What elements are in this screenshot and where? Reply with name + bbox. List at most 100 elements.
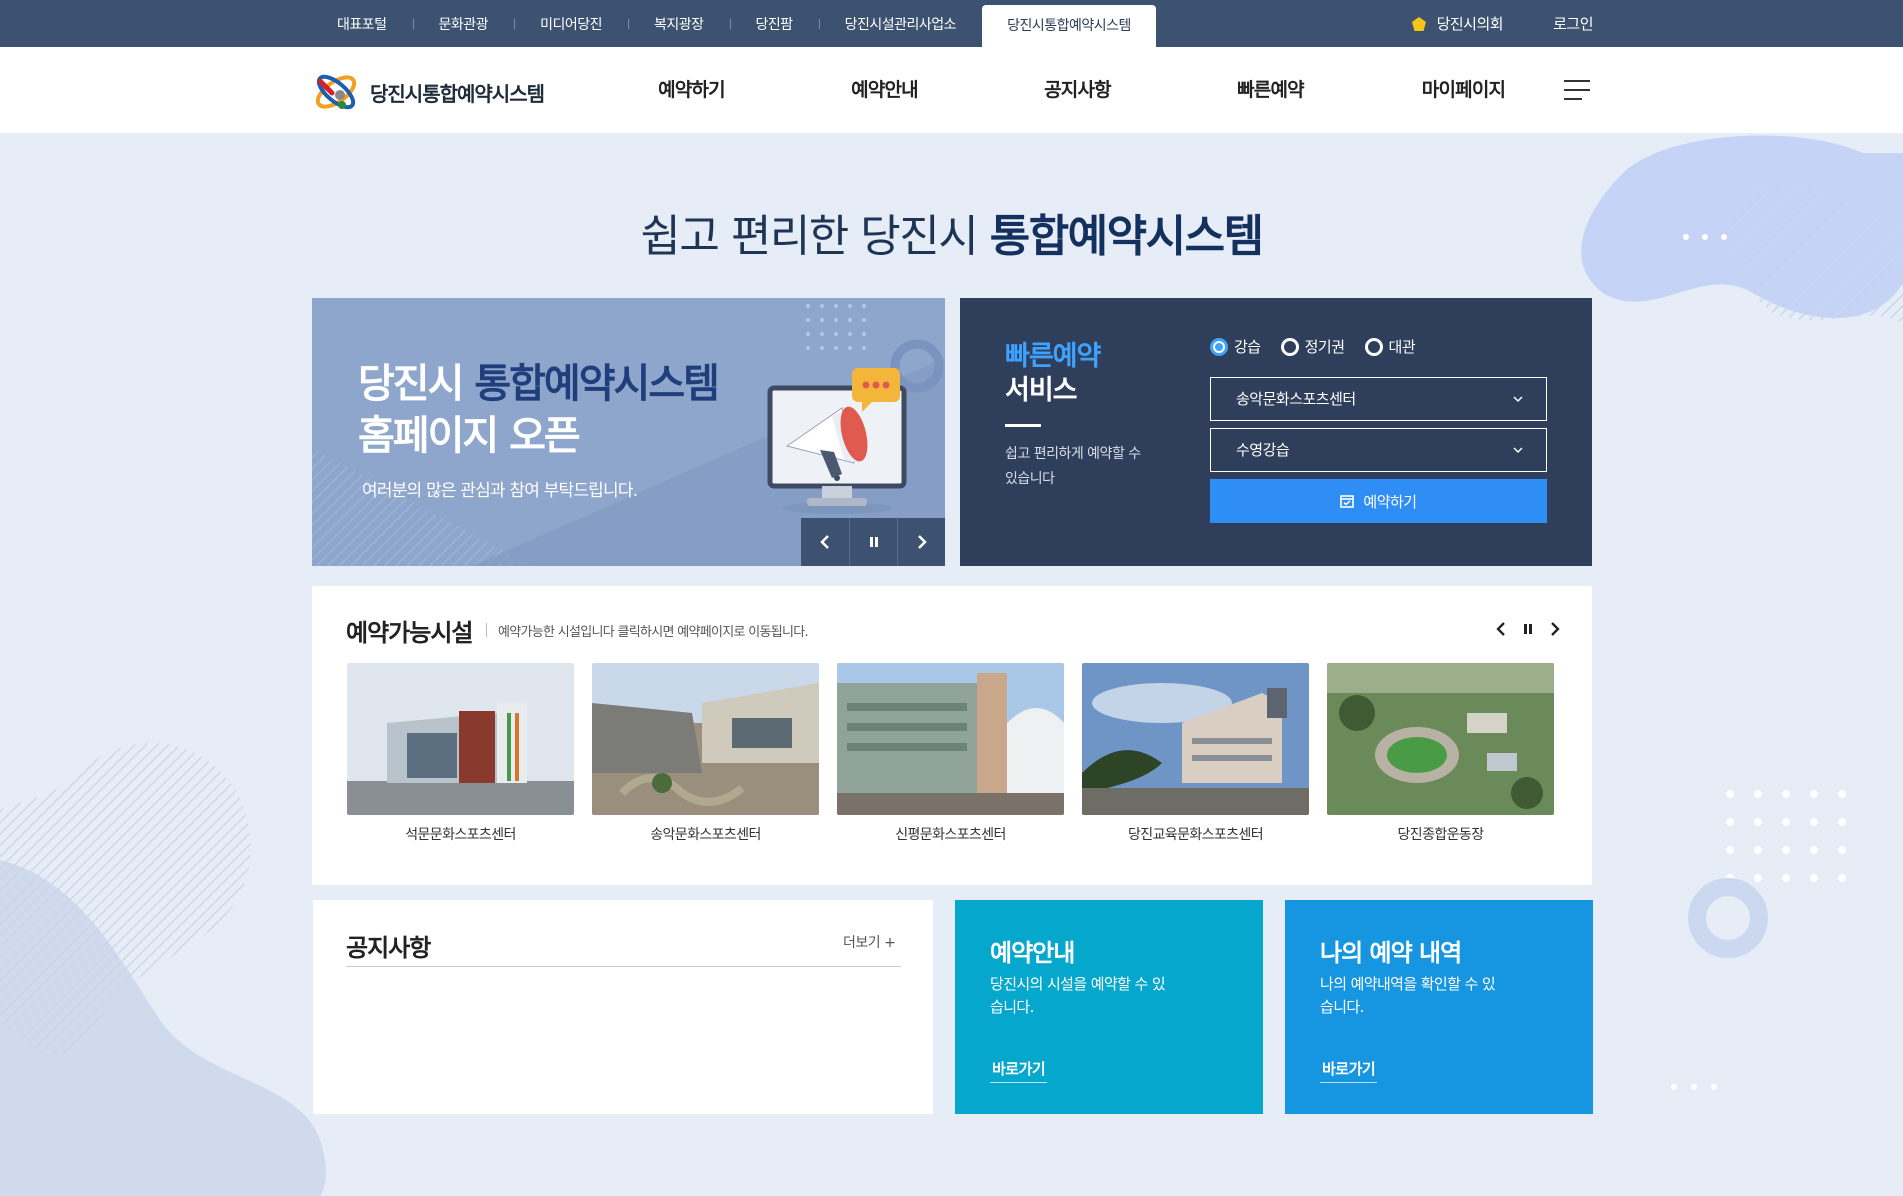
facility-select-value: 송악문화스포츠센터 [1236, 390, 1356, 408]
divider [346, 966, 901, 967]
quick-reservation-panel: 빠른예약 서비스 쉽고 편리하게 예약할 수 있습니다 강습 정기권 대관 송악… [960, 298, 1592, 566]
notice-title: 공지사항 [346, 934, 431, 962]
program-select-value: 수영강습 [1236, 441, 1290, 459]
family-site-links: 대표포털 문화관광 미디어당진 복지광장 당진팜 당진시설관리사업소 당진시통합… [312, 0, 1156, 47]
my-reservations-box[interactable]: 나의 예약 내역 나의 예약내역을 확인할 수 있습니다. 바로가기 [1285, 900, 1593, 1114]
facilities-description: 예약가능한 시설입니다 클릭하시면 예약페이지로 이동됩니다. [498, 625, 809, 640]
available-facilities-section: 예약가능시설 예약가능한 시설입니다 클릭하시면 예약페이지로 이동됩니다. 석 [312, 586, 1592, 885]
background-ring [1688, 878, 1768, 958]
guide-description: 당진시의 시설을 예약할 수 있습니다. [990, 975, 1166, 1016]
chevron-down-icon [1513, 396, 1523, 403]
facility-photo [1327, 663, 1554, 815]
login-link[interactable]: 로그인 [1553, 13, 1593, 34]
facilities-title: 예약가능시설 [346, 619, 473, 647]
facility-photo [1082, 663, 1309, 815]
facility-name: 송악문화스포츠센터 [650, 827, 761, 843]
banner-headline-b: 통합예약시스템 [474, 361, 720, 407]
nav-item-notice[interactable]: 공지사항 [981, 47, 1174, 133]
logo-text: 당진시통합예약시스템 [370, 81, 545, 106]
banner-headline-line2: 홈페이지 오픈 [358, 413, 581, 459]
council-link[interactable]: 당진시의회 [1411, 13, 1504, 34]
quick-title: 서비스 [1005, 375, 1078, 406]
radio-rental-label: 대관 [1388, 338, 1416, 356]
quick-title-underline [1005, 424, 1041, 427]
facility-card[interactable]: 신평문화스포츠센터 [837, 663, 1064, 844]
topbar-link-welfare[interactable]: 복지광장 [629, 14, 730, 34]
facility-select[interactable]: 송악문화스포츠센터 [1210, 377, 1547, 421]
banner-controls [801, 518, 945, 566]
facility-name: 신평문화스포츠센터 [895, 827, 1006, 843]
facility-name: 석문문화스포츠센터 [405, 827, 516, 843]
nav-item-guide[interactable]: 예약안내 [788, 47, 981, 133]
pentagon-icon [1411, 16, 1426, 31]
facility-card[interactable]: 석문문화스포츠센터 [347, 663, 574, 844]
radio-rental-circle [1364, 337, 1383, 356]
facility-card[interactable]: 당진교육문화스포츠센터 [1082, 663, 1309, 844]
radio-pass[interactable]: 정기권 [1280, 336, 1345, 357]
radio-lesson-circle [1210, 337, 1228, 356]
program-select[interactable]: 수영강습 [1210, 428, 1547, 472]
radio-lesson[interactable]: 강습 [1210, 336, 1261, 357]
banner-headline: 당진시 통합예약시스템 홈페이지 오픈 [358, 358, 720, 462]
chevron-left-icon[interactable] [1494, 620, 1508, 638]
nav-item-reserve[interactable]: 예약하기 [595, 47, 788, 133]
topbar-link-portal[interactable]: 대표포털 [312, 14, 413, 34]
banner-subtext: 여러분의 많은 관심과 참여 부탁드립니다. [362, 481, 638, 501]
topbar-link-facility-office[interactable]: 당진시설관리사업소 [820, 14, 982, 34]
myres-title: 나의 예약 내역 [1320, 939, 1462, 967]
facility-photo [837, 663, 1064, 815]
hero-title-light: 쉽고 편리한 당진시 [640, 211, 990, 262]
pause-icon[interactable] [1522, 623, 1534, 635]
site-logo[interactable]: 당진시통합예약시스템 [312, 69, 545, 115]
monitor-megaphone-illustration [767, 368, 907, 514]
chevron-right-icon [917, 535, 927, 549]
radio-pass-circle [1280, 337, 1299, 356]
facility-photo [347, 663, 574, 815]
notice-section: 공지사항 더보기 + [313, 900, 933, 1114]
banner-next-button[interactable] [897, 518, 945, 566]
quick-reserve-label: 예약하기 [1363, 492, 1417, 511]
topbar-link-farm[interactable]: 당진팜 [731, 14, 819, 34]
guide-title: 예약안내 [990, 939, 1075, 967]
chevron-right-icon[interactable] [1548, 620, 1562, 638]
banner-pause-button[interactable] [849, 518, 897, 566]
facility-photo [592, 663, 819, 815]
guide-go-link[interactable]: 바로가기 [990, 1058, 1048, 1083]
facility-cards: 석문문화스포츠센터 송악문화스포츠센터 신평문화스포츠센터 당진교육문화스포츠센… [347, 663, 1554, 844]
notice-more-link[interactable]: 더보기 + [843, 932, 896, 952]
reservation-guide-box[interactable]: 예약안내 당진시의 시설을 예약할 수 있습니다. 바로가기 [955, 900, 1263, 1114]
nav-item-mypage[interactable]: 마이페이지 [1367, 47, 1560, 133]
radio-pass-label: 정기권 [1304, 338, 1345, 356]
top-utility-bar: 대표포털 문화관광 미디어당진 복지광장 당진팜 당진시설관리사업소 당진시통합… [0, 0, 1903, 47]
calendar-check-icon [1340, 495, 1355, 508]
banner-headline-a: 당진시 [358, 361, 475, 407]
facility-name: 당진종합운동장 [1397, 827, 1485, 843]
menu-icon[interactable] [1564, 80, 1590, 100]
main-banner[interactable]: 당진시 통합예약시스템 홈페이지 오픈 여러분의 많은 관심과 참여 부탁드립니… [312, 298, 945, 566]
background-blob-right [1581, 135, 1903, 323]
reservation-type-radios: 강습 정기권 대관 [1210, 336, 1416, 357]
topbar-right: 당진시의회 로그인 [1411, 0, 1593, 47]
facility-card[interactable]: 송악문화스포츠센터 [592, 663, 819, 844]
radio-lesson-label: 강습 [1234, 338, 1261, 356]
chevron-down-icon [1513, 447, 1523, 454]
topbar-link-reservation-system[interactable]: 당진시통합예약시스템 [982, 5, 1156, 47]
facility-name: 당진교육문화스포츠센터 [1127, 827, 1264, 843]
banner-prev-button[interactable] [801, 518, 849, 566]
myres-description: 나의 예약내역을 확인할 수 있습니다. [1320, 975, 1496, 1016]
chevron-left-icon [820, 535, 829, 549]
council-label: 당진시의회 [1436, 15, 1504, 33]
topbar-link-media[interactable]: 미디어당진 [515, 14, 628, 34]
dangjin-logo-icon [315, 74, 357, 110]
nav-item-quick[interactable]: 빠른예약 [1174, 47, 1367, 133]
topbar-link-culture[interactable]: 문화관광 [414, 14, 515, 34]
background-dots-bottom [1671, 1084, 1717, 1090]
background-blob-left [0, 742, 326, 1196]
divider [486, 623, 487, 637]
myres-go-link[interactable]: 바로가기 [1320, 1058, 1378, 1083]
quick-description: 쉽고 편리하게 예약할 수 있습니다 [1005, 446, 1141, 487]
hero-title: 쉽고 편리한 당진시 통합예약시스템 [0, 200, 1903, 264]
radio-rental[interactable]: 대관 [1364, 336, 1416, 357]
quick-reserve-button[interactable]: 예약하기 [1210, 479, 1547, 523]
facility-card[interactable]: 당진종합운동장 [1327, 663, 1554, 844]
